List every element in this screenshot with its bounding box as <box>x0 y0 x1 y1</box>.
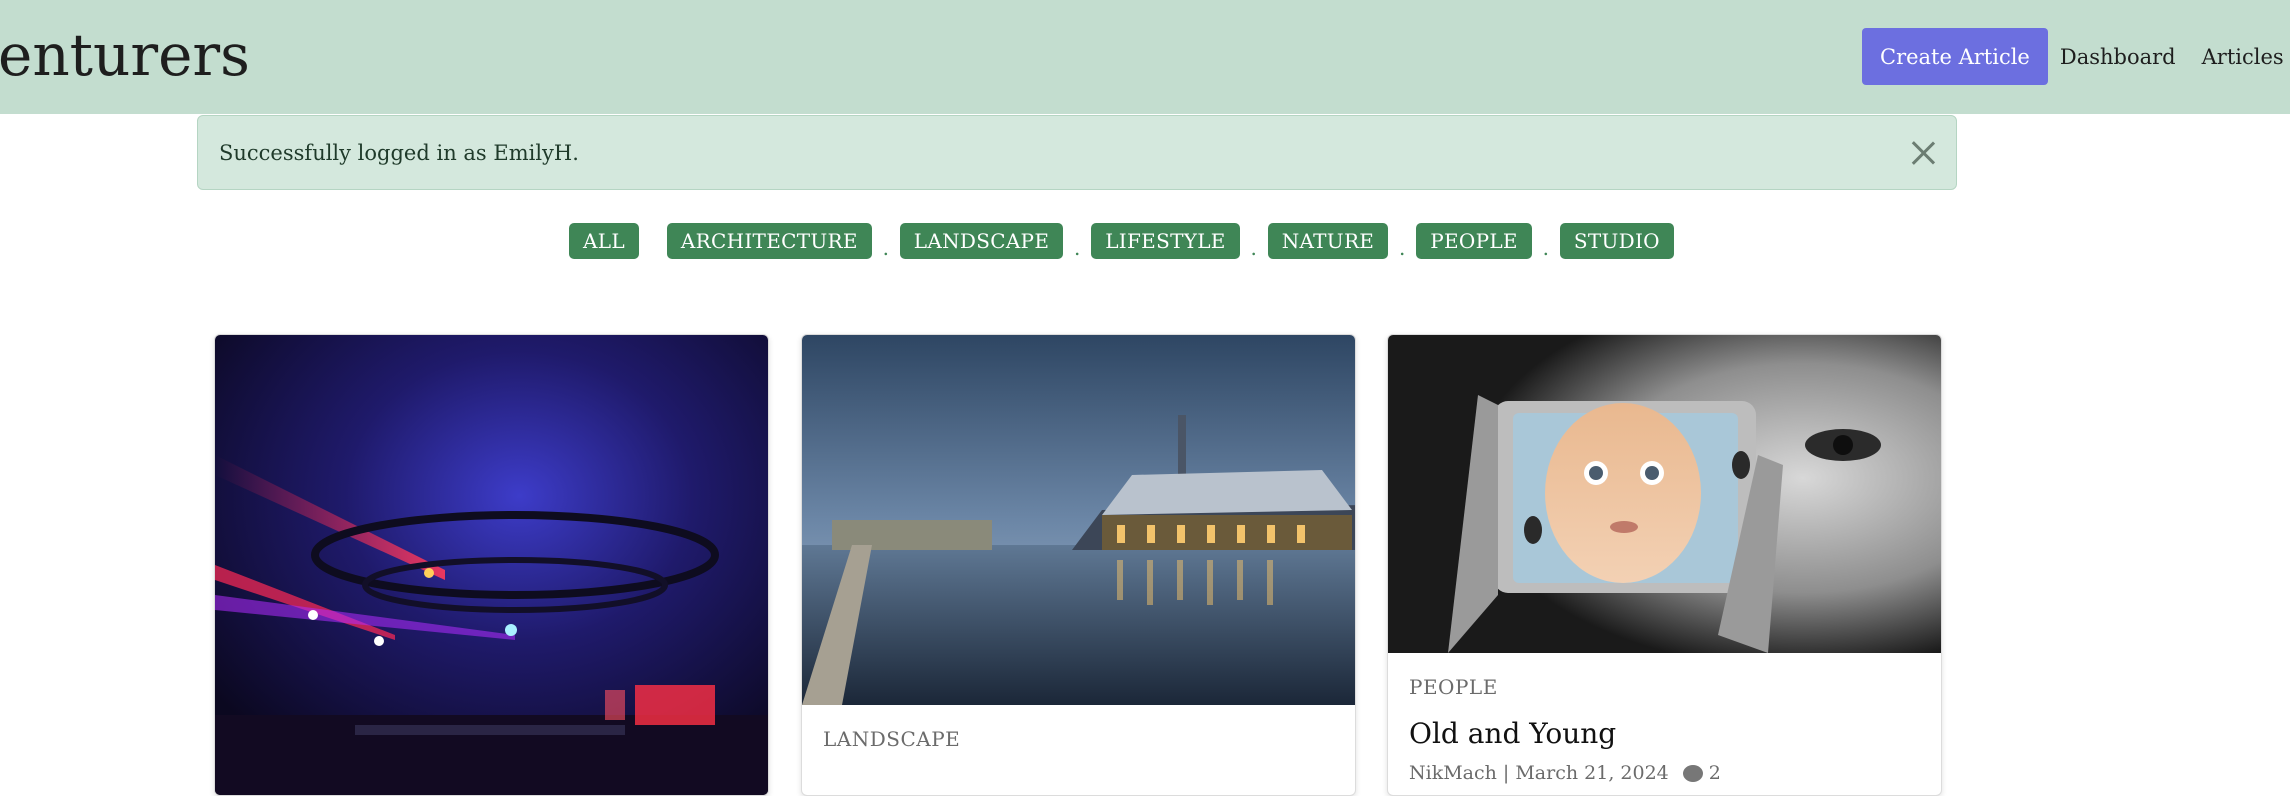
category-architecture[interactable]: ARCHITECTURE <box>666 223 872 259</box>
article-body: PEOPLE Old and Young NikMach | March 21,… <box>1388 675 1941 784</box>
category-nature[interactable]: NATURE <box>1267 223 1389 259</box>
category-separator: . <box>1542 236 1549 260</box>
article-meta: NikMach | March 21, 2024 2 <box>1409 762 1920 784</box>
nav-link-articles[interactable]: Articles <box>2202 45 2284 69</box>
nav-links: Create Article Dashboard Articles N <box>1862 28 2290 85</box>
article-image-landscape[interactable] <box>802 335 1355 705</box>
category-separator: . <box>1074 236 1081 260</box>
article-card-landscape[interactable]: LANDSCAPE <box>801 334 1356 796</box>
create-article-button[interactable]: Create Article <box>1862 28 2048 85</box>
close-icon[interactable] <box>1910 140 1936 166</box>
article-card-people[interactable]: PEOPLE Old and Young NikMach | March 21,… <box>1387 334 1942 796</box>
category-lifestyle[interactable]: LIFESTYLE <box>1091 223 1240 259</box>
article-image-event[interactable] <box>215 335 768 795</box>
category-separator: . <box>1250 236 1257 260</box>
category-filter: ALL ARCHITECTURE . LANDSCAPE . LIFESTYLE… <box>569 223 1674 260</box>
navbar: enturers Create Article Dashboard Articl… <box>0 0 2290 114</box>
category-studio[interactable]: STUDIO <box>1559 223 1674 259</box>
category-separator <box>639 234 667 248</box>
article-body: LANDSCAPE <box>802 727 1355 751</box>
login-success-alert: Successfully logged in as EmilyH. <box>197 115 1957 190</box>
category-all[interactable]: ALL <box>569 223 639 259</box>
article-category: PEOPLE <box>1409 675 1498 699</box>
article-category: LANDSCAPE <box>823 727 961 751</box>
article-title[interactable]: Old and Young <box>1409 717 1920 750</box>
comment-count: 2 <box>1708 762 1721 784</box>
category-landscape[interactable]: LANDSCAPE <box>899 223 1064 259</box>
article-author-date: NikMach | March 21, 2024 <box>1409 762 1669 784</box>
article-card-event[interactable] <box>214 334 769 796</box>
nav-link-dashboard[interactable]: Dashboard <box>2060 45 2176 69</box>
comment-icon <box>1682 764 1703 782</box>
category-separator: . <box>882 236 889 260</box>
category-people[interactable]: PEOPLE <box>1416 223 1532 259</box>
article-image-people[interactable] <box>1388 335 1941 653</box>
site-brand[interactable]: enturers <box>0 20 250 90</box>
category-separator: . <box>1399 236 1406 260</box>
alert-message: Successfully logged in as EmilyH. <box>219 140 579 165</box>
